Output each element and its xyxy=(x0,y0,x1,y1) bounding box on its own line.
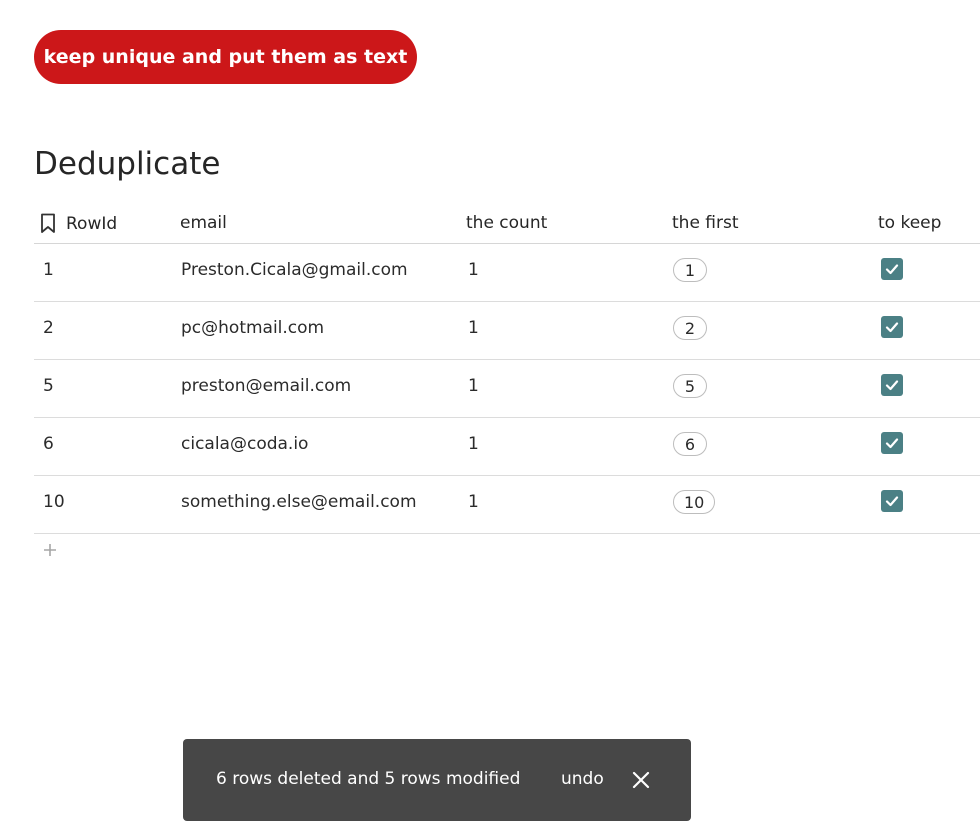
checkmark-icon xyxy=(885,496,899,507)
cell-count[interactable]: 1 xyxy=(468,434,479,454)
cell-email[interactable]: pc@hotmail.com xyxy=(181,318,324,338)
bookmark-icon xyxy=(41,213,55,233)
add-row-button[interactable] xyxy=(41,541,59,559)
toast-message: 6 rows deleted and 5 rows modified xyxy=(216,769,521,789)
keep-checkbox[interactable] xyxy=(881,490,903,512)
cell-email[interactable]: Preston.Cicala@gmail.com xyxy=(181,260,408,280)
keep-unique-button[interactable]: keep unique and put them as text xyxy=(34,30,417,84)
checkmark-icon xyxy=(885,438,899,449)
table-title: Deduplicate xyxy=(34,146,221,182)
close-button[interactable] xyxy=(632,771,650,789)
dedupe-table: RowId email the count the first to keep … xyxy=(34,206,980,534)
row-reference-chip[interactable]: 1 xyxy=(673,258,707,282)
row-reference-chip[interactable]: 5 xyxy=(673,374,707,398)
keep-checkbox[interactable] xyxy=(881,374,903,396)
row-reference-chip[interactable]: 10 xyxy=(673,490,716,514)
toast-notification: 6 rows deleted and 5 rows modified undo xyxy=(183,739,691,821)
cell-count[interactable]: 1 xyxy=(468,376,479,396)
row-reference-chip[interactable]: 6 xyxy=(673,432,707,456)
table-row[interactable]: 1 Preston.Cicala@gmail.com 1 1 xyxy=(34,244,980,302)
column-header-email[interactable]: email xyxy=(180,213,227,233)
undo-button[interactable]: undo xyxy=(561,769,604,789)
table-row[interactable]: 5 preston@email.com 1 5 xyxy=(34,360,980,418)
cell-count[interactable]: 1 xyxy=(468,318,479,338)
plus-icon xyxy=(44,544,56,556)
cell-count[interactable]: 1 xyxy=(468,492,479,512)
column-header-label: RowId xyxy=(66,213,118,234)
cell-rowid[interactable]: 5 xyxy=(43,376,54,396)
checkmark-icon xyxy=(885,264,899,275)
checkmark-icon xyxy=(885,322,899,333)
cell-rowid[interactable]: 2 xyxy=(43,318,54,338)
table-header-row: RowId email the count the first to keep xyxy=(34,206,980,244)
cell-email[interactable]: cicala@coda.io xyxy=(181,434,308,454)
cell-rowid[interactable]: 10 xyxy=(43,492,65,512)
row-reference-chip[interactable]: 2 xyxy=(673,316,707,340)
cell-rowid[interactable]: 1 xyxy=(43,260,54,280)
table-row[interactable]: 10 something.else@email.com 1 10 xyxy=(34,476,980,534)
checkmark-icon xyxy=(885,380,899,391)
page: keep unique and put them as text Dedupli… xyxy=(0,0,980,835)
cell-rowid[interactable]: 6 xyxy=(43,434,54,454)
column-header-to-keep[interactable]: to keep xyxy=(878,213,941,233)
column-header-the-first[interactable]: the first xyxy=(672,213,739,233)
close-icon xyxy=(632,771,650,789)
cell-email[interactable]: preston@email.com xyxy=(181,376,351,396)
keep-checkbox[interactable] xyxy=(881,432,903,454)
table-body: 1 Preston.Cicala@gmail.com 1 1 2 pc@hotmail.c… xyxy=(34,244,980,534)
column-header-rowid[interactable]: RowId xyxy=(40,213,117,234)
column-header-the-count[interactable]: the count xyxy=(466,213,547,233)
table-row[interactable]: 2 pc@hotmail.com 1 2 xyxy=(34,302,980,360)
table-row[interactable]: 6 cicala@coda.io 1 6 xyxy=(34,418,980,476)
keep-checkbox[interactable] xyxy=(881,316,903,338)
cell-email[interactable]: something.else@email.com xyxy=(181,492,417,512)
keep-checkbox[interactable] xyxy=(881,258,903,280)
cell-count[interactable]: 1 xyxy=(468,260,479,280)
